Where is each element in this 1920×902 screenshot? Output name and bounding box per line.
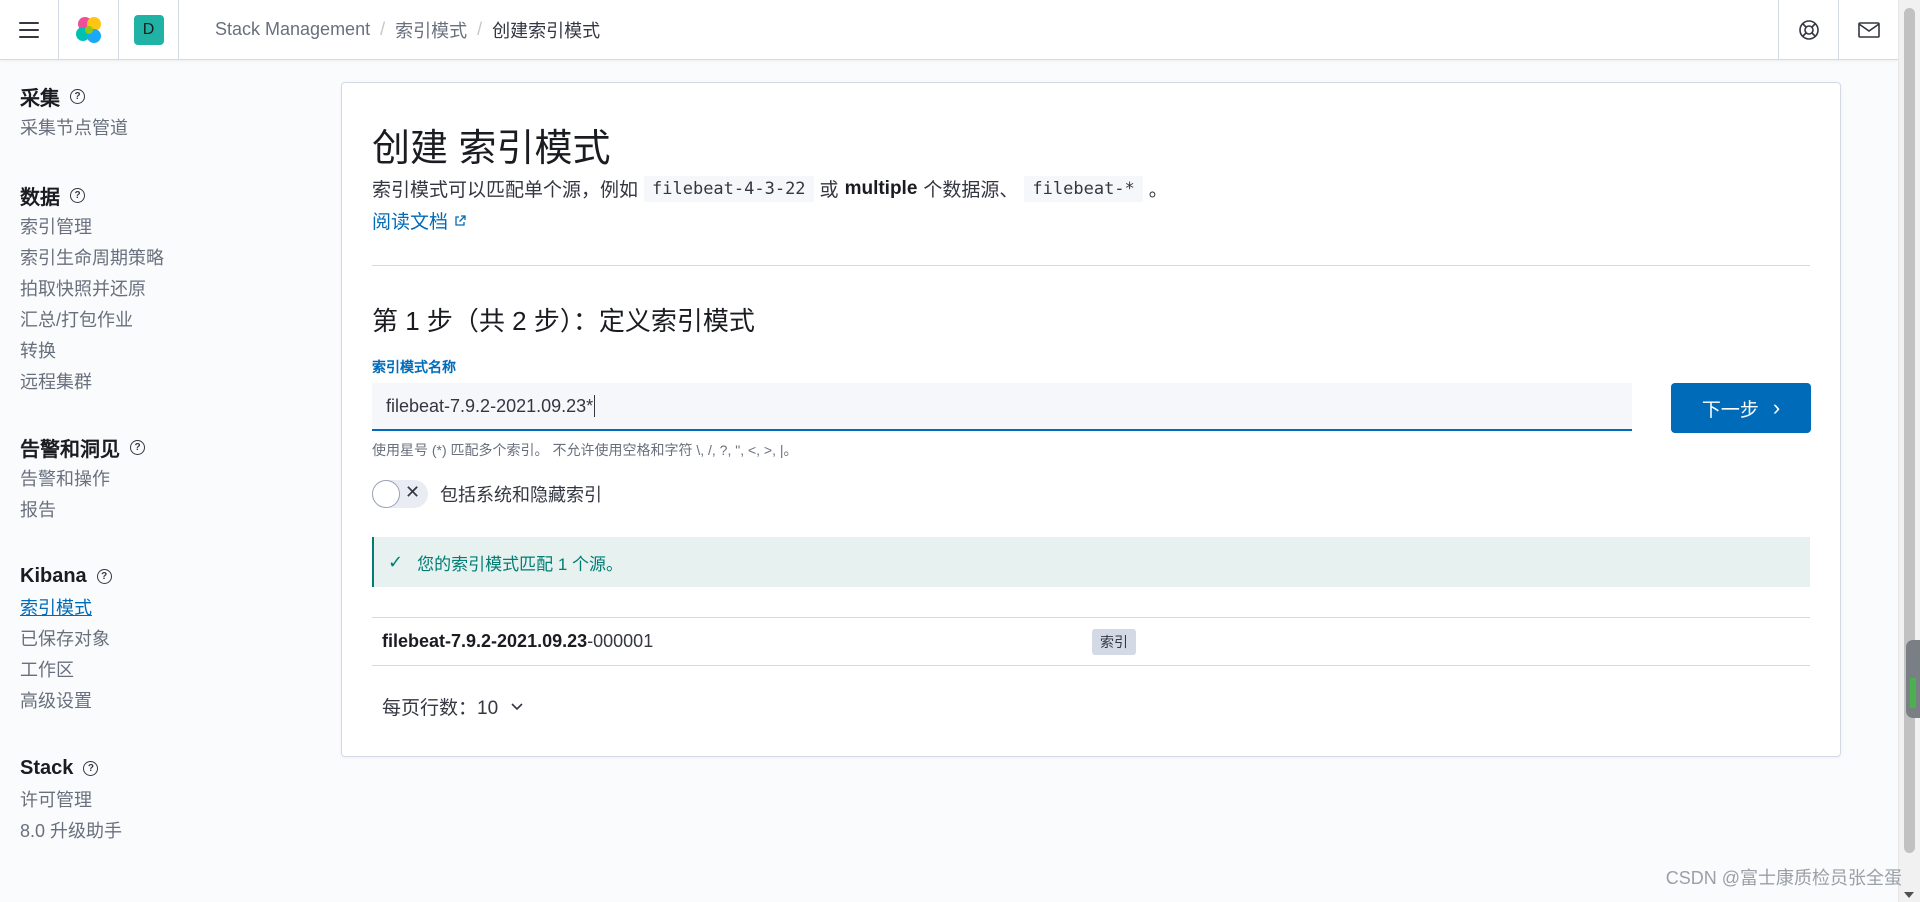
sidebar-item-ilm-policies[interactable]: 索引生命周期策略 [20,243,330,274]
callout-text: 您的索引模式匹配 1 个源。 [417,554,623,574]
nav-group-stack: Stack? 许可管理 8.0 升级助手 [20,751,330,847]
text-caret [594,395,596,417]
breadcrumb-index-patterns[interactable]: 索引模式 [395,17,467,43]
scroll-down-arrow-icon[interactable] [1904,892,1914,898]
help-icon: ? [70,187,85,203]
check-icon: ✓ [388,551,404,572]
index-name-match: filebeat-7.9.2-2021.09.23 [382,631,588,651]
sidebar-item-reporting[interactable]: 报告 [20,495,330,526]
sidebar-item-saved-objects[interactable]: 已保存对象 [20,624,330,655]
nav-group-title: 采集? [20,79,330,113]
sidebar-item-ingest-pipelines[interactable]: 采集节点管道 [20,113,330,144]
desc-code-wildcard: filebeat-* [1024,175,1143,202]
index-name-cell: filebeat-7.9.2-2021.09.23-000001 [372,631,1092,652]
logo-section [59,0,119,59]
index-pattern-name-value: filebeat-7.9.2-2021.09.23* [386,395,594,416]
read-docs-label: 阅读文档 [372,212,449,233]
index-pattern-name-input[interactable]: filebeat-7.9.2-2021.09.23* [372,383,1632,431]
next-step-button[interactable]: 下一步 › [1671,383,1811,433]
space-section: D [119,0,179,59]
sidebar-item-rollup-jobs[interactable]: 汇总/打包作业 [20,305,330,336]
nav-group-title-text: 数据 [20,186,60,209]
breadcrumb: Stack Management / 索引模式 / 创建索引模式 [179,0,1778,59]
next-step-label: 下一步 [1701,399,1759,421]
help-lifebuoy-icon[interactable] [1798,19,1820,41]
watermark: CSDN @富士康质检员张全蛋 [1665,868,1902,888]
nav-group-alerts: 告警和洞见? 告警和操作 报告 [20,430,330,526]
nav-group-title: Kibana? [20,559,330,593]
index-pattern-name-label: 索引模式名称 [372,359,456,375]
chevron-down-icon [511,702,523,710]
sidebar-item-alerts-actions[interactable]: 告警和操作 [20,464,330,495]
breadcrumb-create-index-pattern: 创建索引模式 [492,20,601,41]
index-name-rest: -000001 [587,631,654,651]
sidebar-item-snapshot-restore[interactable]: 拍取快照并还原 [20,274,330,305]
index-type-badge: 索引 [1092,628,1136,655]
vertical-scrollbar[interactable] [1898,0,1920,902]
field-help-text: 使用星号 (*) 匹配多个索引。 不允许使用空格和字符 \, /, ?, ", … [372,442,798,458]
rows-per-page-label: 每页行数：10 [382,698,499,719]
read-docs-link[interactable]: 阅读文档 [372,207,466,234]
mail-icon[interactable] [1857,21,1880,39]
nav-group-title: Stack? [20,751,330,785]
page-title: 创建 索引模式 [372,128,611,170]
menu-section [0,0,59,59]
sidebar-item-workspaces[interactable]: 工作区 [20,655,330,686]
include-hidden-label: 包括系统和隐藏索引 [440,485,602,505]
nav-group-title: 告警和洞见? [20,430,330,464]
external-link-icon [455,214,466,226]
nav-group-title-text: 采集 [20,87,60,110]
help-icon: ? [96,568,112,584]
help-icon: ? [130,439,145,455]
sidebar-item-transforms[interactable]: 转换 [20,336,330,367]
desc-or: 或 [819,180,839,201]
hamburger-menu-icon[interactable] [19,21,39,38]
section-divider [372,265,1810,266]
nav-group-data: 数据? 索引管理 索引生命周期策略 拍取快照并还原 汇总/打包作业 转换 远程集… [20,178,330,398]
desc-multiple: multiple [844,177,918,199]
step-title: 第 1 步（共 2 步）：定义索引模式 [372,306,755,336]
desc-prefix: 索引模式可以匹配单个源，例如 [372,180,639,201]
include-hidden-toggle-row: ✕ 包括系统和隐藏索引 [372,480,602,508]
sidebar-item-remote-clusters[interactable]: 远程集群 [20,367,330,398]
nav-group-title-text: Stack [20,756,74,779]
nav-group-title-text: Kibana [20,564,87,587]
breadcrumb-separator: / [380,19,386,39]
desc-end: 。 [1148,180,1168,201]
side-widget[interactable] [1906,640,1920,718]
breadcrumb-separator: / [477,19,483,39]
page-description: 索引模式可以匹配单个源，例如 filebeat-4-3-22 或 multipl… [372,175,1168,202]
nav-group-title-text: 告警和洞见 [20,438,120,461]
help-icon: ? [83,760,99,776]
sidebar-item-index-patterns[interactable]: 索引模式 [20,593,330,624]
scrollbar-thumb[interactable] [1904,8,1915,853]
nav-group-title: 数据? [20,178,330,212]
sidebar-item-index-management[interactable]: 索引管理 [20,212,330,243]
elastic-logo-icon[interactable] [74,15,104,45]
space-avatar[interactable]: D [133,14,164,45]
switch-knob [372,480,400,508]
include-hidden-switch[interactable]: ✕ [372,480,428,508]
sidebar-nav: 采集? 采集节点管道 数据? 索引管理 索引生命周期策略 拍取快照并还原 汇总/… [0,61,330,847]
newsfeed-section [1838,0,1898,59]
rows-per-page-selector[interactable]: 每页行数：10 [382,693,524,720]
nav-group-ingest: 采集? 采集节点管道 [20,79,330,144]
desc-middle: 个数据源、 [923,180,1019,201]
breadcrumb-stack-management[interactable]: Stack Management [215,19,370,40]
side-widget-bar [1910,678,1916,708]
chevron-right-icon: › [1772,395,1781,420]
desc-code-example: filebeat-4-3-22 [644,175,814,202]
cross-icon: ✕ [405,482,421,502]
sidebar-item-upgrade-assistant[interactable]: 8.0 升级助手 [20,816,330,847]
sidebar-item-advanced-settings[interactable]: 高级设置 [20,686,330,717]
sidebar-item-license-management[interactable]: 许可管理 [20,785,330,816]
nav-group-kibana: Kibana? 索引模式 已保存对象 工作区 高级设置 [20,559,330,717]
help-section [1778,0,1838,59]
match-success-callout: ✓ 您的索引模式匹配 1 个源。 [372,537,1810,587]
table-row: filebeat-7.9.2-2021.09.23-000001 索引 [372,618,1810,666]
top-header: D Stack Management / 索引模式 / 创建索引模式 [0,0,1898,60]
help-icon: ? [70,88,85,104]
create-index-pattern-panel: 创建 索引模式 索引模式可以匹配单个源，例如 filebeat-4-3-22 或… [341,82,1841,757]
